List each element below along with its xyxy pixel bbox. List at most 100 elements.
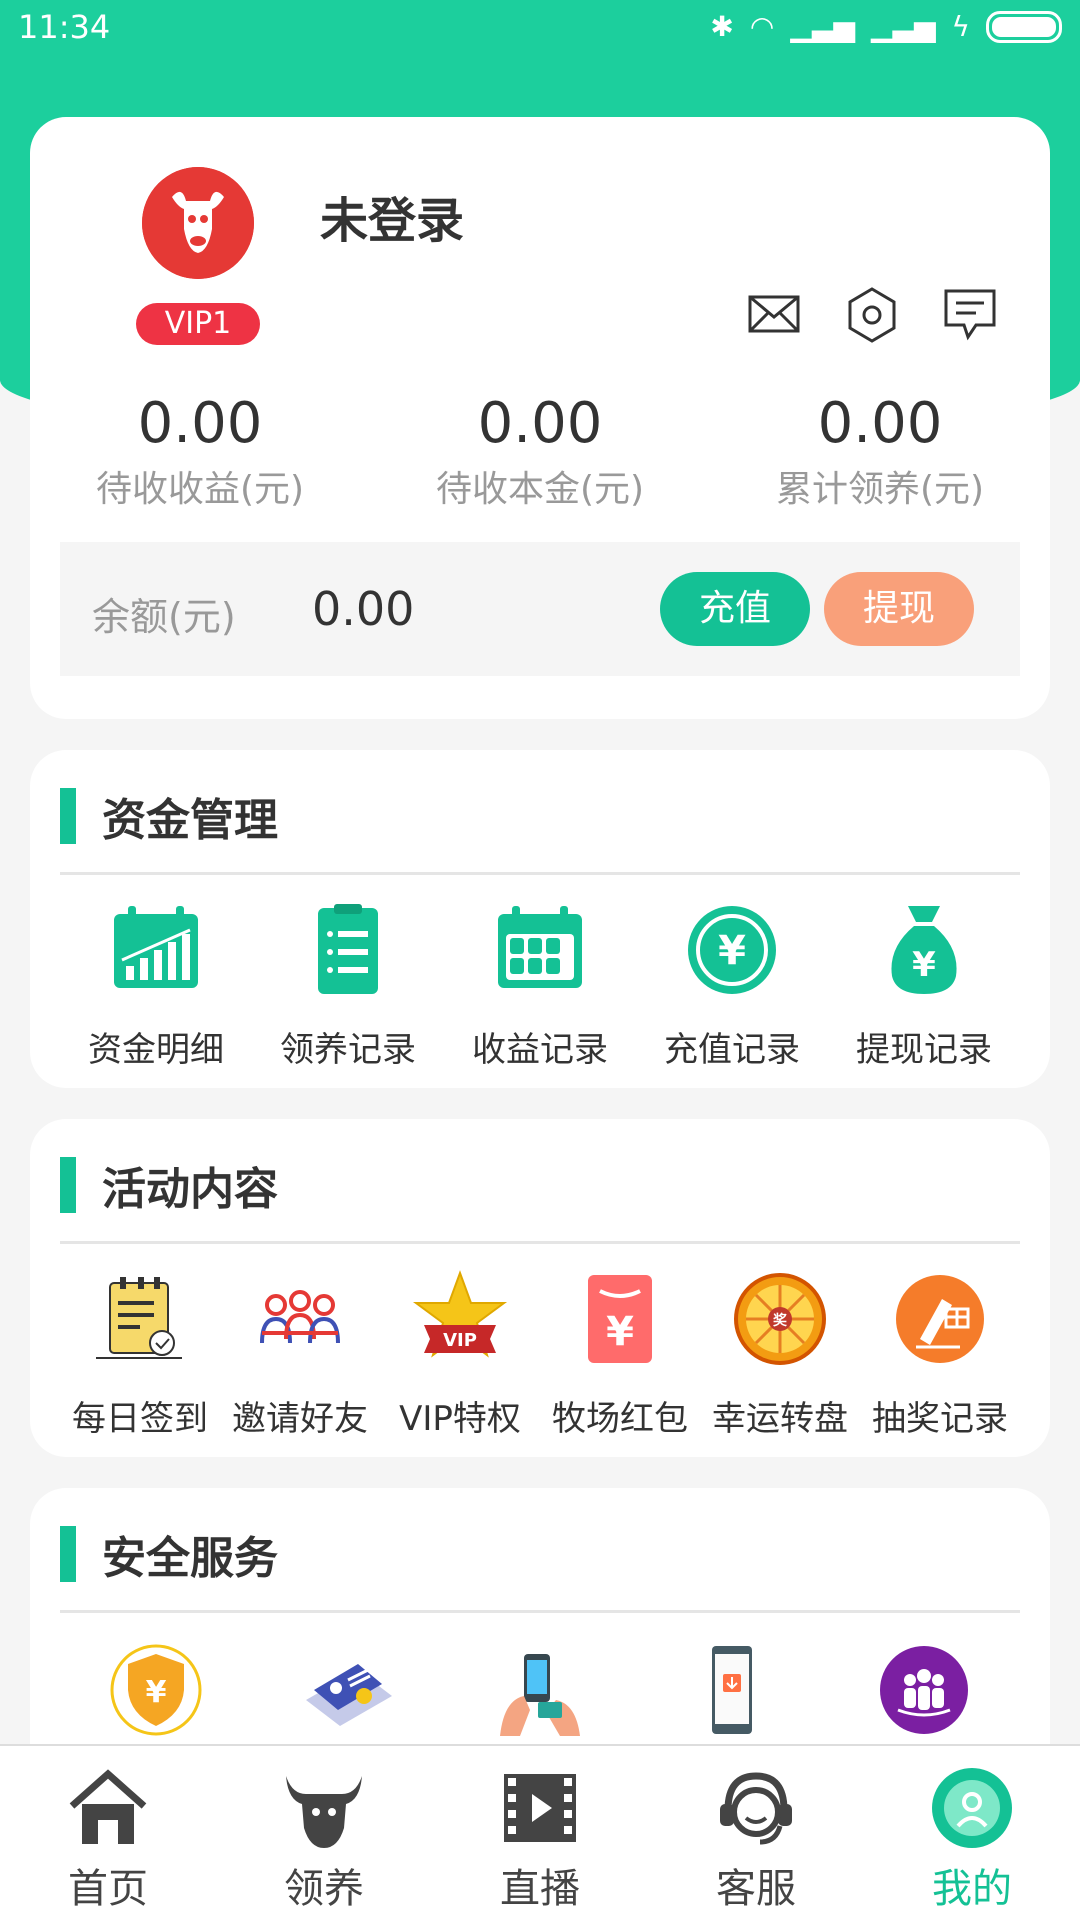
activity-item-label: VIP特权 (399, 1399, 521, 1439)
video-icon (504, 1774, 576, 1842)
stat-label: 待收收益(元) (95, 469, 305, 510)
fund-item-label: 提现记录 (856, 1030, 992, 1070)
tab-label: 首页 (68, 1866, 148, 1912)
fund-item-income[interactable]: 收益记录 (444, 900, 636, 1071)
mail-icon[interactable] (744, 285, 804, 345)
wifi-icon: ◠ (749, 10, 775, 43)
activity-item-invite[interactable]: 邀请好友 (220, 1269, 380, 1440)
withdraw-button[interactable]: 提现 (824, 572, 974, 646)
security-item-id-verify[interactable] (252, 1640, 444, 1740)
stat-pending-principal[interactable]: 0.00 待收本金(元) (370, 392, 710, 512)
security-item-community[interactable] (828, 1640, 1020, 1740)
section-header: 资金管理 (60, 788, 278, 846)
svg-text:¥: ¥ (912, 945, 936, 985)
group-icon (880, 1646, 968, 1734)
activity-item-label: 每日签到 (72, 1399, 208, 1439)
activity-item-vip[interactable]: VIP VIP特权 (380, 1269, 540, 1440)
security-item-phone-pay[interactable] (444, 1640, 636, 1740)
activities-card: 活动内容 每日签到 邀请好友 VIP VIP特权 ¥ 牧场红包 奖 幸运转盘 抽… (30, 1119, 1050, 1457)
bull-logo-avatar[interactable] (142, 167, 254, 279)
message-icon[interactable] (940, 285, 1000, 345)
signal-icon: ▁▃▅ (790, 10, 855, 43)
section-title: 安全服务 (102, 1533, 278, 1584)
fund-item-withdraw[interactable]: ¥ 提现记录 (828, 900, 1020, 1071)
username[interactable]: 未登录 (320, 181, 464, 251)
stat-total-adopted[interactable]: 0.00 累计领养(元) (710, 392, 1050, 512)
svg-text:¥: ¥ (606, 1309, 634, 1355)
chart-calendar-icon (114, 906, 198, 988)
svg-text:奖: 奖 (773, 1312, 788, 1329)
divider (60, 1610, 1020, 1613)
activity-item-label: 幸运转盘 (712, 1399, 848, 1439)
phone-download-icon (712, 1646, 752, 1734)
balance-value: 0.00 (312, 582, 415, 636)
settings-icon[interactable] (842, 285, 902, 345)
fund-item-label: 收益记录 (472, 1030, 608, 1070)
section-accent-bar (60, 1157, 76, 1213)
checkin-notepad-icon (96, 1277, 182, 1359)
battery-icon (986, 10, 1062, 43)
activity-item-checkin[interactable]: 每日签到 (60, 1269, 220, 1440)
bluetooth-icon: ✱ (710, 10, 734, 43)
tab-label: 我的 (932, 1866, 1012, 1912)
customer-service-icon (720, 1772, 792, 1845)
tab-mine[interactable]: 我的 (864, 1746, 1080, 1922)
tab-adopt[interactable]: 领养 (216, 1746, 432, 1922)
tab-label: 领养 (284, 1866, 364, 1912)
activity-item-lucky-wheel[interactable]: 奖 幸运转盘 (700, 1269, 860, 1440)
svg-text:VIP: VIP (443, 1330, 477, 1351)
money-bag-icon: ¥ (891, 906, 957, 994)
profile-card: VIP1 未登录 0.00 待收收益(元) 0.00 待收本金(元) 0.00 … (30, 117, 1050, 719)
profile-icon (932, 1768, 1012, 1848)
fund-item-details[interactable]: 资金明细 (60, 900, 252, 1071)
fund-item-label: 充值记录 (664, 1030, 800, 1070)
fund-item-label: 资金明细 (88, 1030, 224, 1070)
activity-item-label: 邀请好友 (232, 1399, 368, 1439)
vip-star-icon: VIP (412, 1270, 508, 1358)
yuan-shield-icon: ¥ (110, 1644, 202, 1736)
tab-label: 直播 (500, 1866, 580, 1912)
stat-pending-income[interactable]: 0.00 待收收益(元) (30, 392, 370, 512)
stat-label: 累计领养(元) (775, 469, 985, 510)
activity-item-red-envelope[interactable]: ¥ 牧场红包 (540, 1269, 700, 1440)
svg-text:¥: ¥ (718, 928, 746, 974)
stat-value: 0.00 (817, 391, 943, 456)
home-icon (69, 1769, 147, 1844)
lucky-wheel-icon: 奖 (734, 1273, 826, 1365)
fund-item-recharge[interactable]: ¥ 充值记录 (636, 900, 828, 1071)
security-item-app-download[interactable] (636, 1640, 828, 1740)
fund-management-card: 资金管理 资金明细 领养记录 收益记录 ¥ 充值记录 ¥ 提现记录 (30, 750, 1050, 1088)
status-time: 11:34 (18, 8, 111, 46)
divider (60, 872, 1020, 875)
security-grid: ¥ (60, 1640, 1020, 1740)
activity-item-label: 牧场红包 (552, 1399, 688, 1439)
signal-icon-2: ▁▃▅ (870, 10, 936, 43)
stat-label: 待收本金(元) (435, 469, 645, 510)
vip-badge: VIP1 (136, 303, 260, 345)
activity-item-lottery-record[interactable]: 抽奖记录 (860, 1269, 1020, 1440)
tab-customer-service[interactable]: 客服 (648, 1746, 864, 1922)
phone-payment-icon (500, 1654, 580, 1736)
tab-home[interactable]: 首页 (0, 1746, 216, 1922)
divider (60, 1241, 1020, 1244)
stats-row: 0.00 待收收益(元) 0.00 待收本金(元) 0.00 累计领养(元) (30, 392, 1050, 512)
red-envelope-icon: ¥ (588, 1275, 652, 1363)
profile-actions (744, 285, 1000, 345)
fund-item-label: 领养记录 (280, 1030, 416, 1070)
charge-button[interactable]: 充值 (660, 572, 810, 646)
section-header: 安全服务 (60, 1526, 278, 1584)
activities-grid: 每日签到 邀请好友 VIP VIP特权 ¥ 牧场红包 奖 幸运转盘 抽奖记录 (60, 1269, 1020, 1440)
id-card-icon (306, 1664, 392, 1726)
tab-live[interactable]: 直播 (432, 1746, 648, 1922)
section-title: 资金管理 (102, 795, 278, 846)
lottery-record-icon (896, 1275, 984, 1363)
security-item-fund-safety[interactable]: ¥ (60, 1640, 252, 1740)
activity-item-label: 抽奖记录 (872, 1399, 1008, 1439)
tab-label: 客服 (716, 1866, 796, 1912)
fund-item-adoptions[interactable]: 领养记录 (252, 900, 444, 1071)
bull-icon (286, 1776, 362, 1848)
status-bar: 11:34 ✱ ◠ ▁▃▅ ▁▃▅ ϟ (0, 0, 1080, 60)
status-icons: ✱ ◠ ▁▃▅ ▁▃▅ ϟ (710, 10, 1062, 43)
yuan-coin-icon: ¥ (688, 906, 776, 994)
section-accent-bar (60, 1526, 76, 1582)
